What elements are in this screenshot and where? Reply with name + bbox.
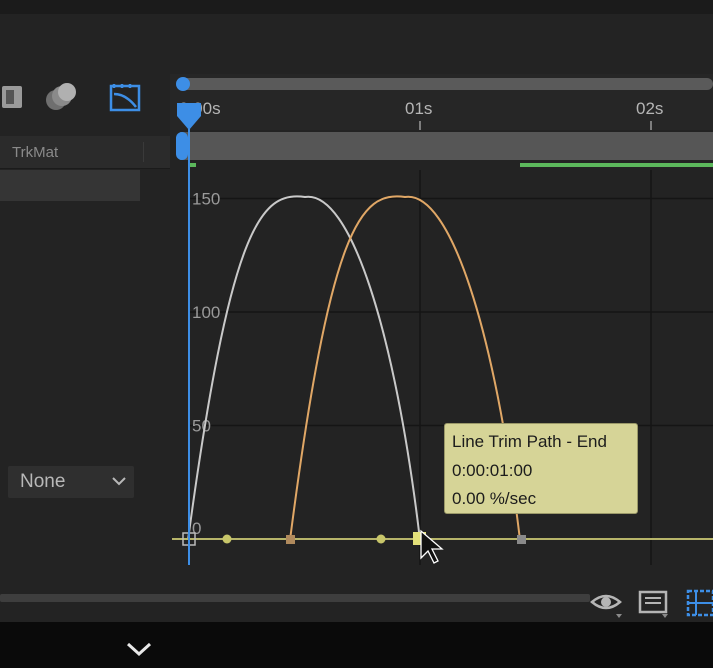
graph-editor[interactable]: 0:00s01s02s 150100500 [0, 0, 713, 668]
horizontal-scrollbar[interactable] [0, 594, 590, 602]
y-tick-label: 100 [192, 303, 220, 322]
ruler-tick-label: 02s [636, 99, 663, 118]
work-area-start-handle[interactable] [176, 77, 190, 91]
tooltip-velocity: 0.00 %/sec [452, 489, 537, 508]
keyframe-orange-end[interactable] [517, 535, 526, 544]
graph-type-icon[interactable] [638, 590, 668, 618]
tooltip-time: 0:00:01:00 [452, 461, 533, 480]
work-area-indicator [520, 163, 713, 167]
bezier-handle-2[interactable] [376, 534, 386, 544]
work-area-bar[interactable] [180, 78, 713, 90]
keyframe-orange-start[interactable] [286, 535, 295, 544]
tooltip-property: Line Trim Path - End [452, 432, 607, 451]
layer-duration-bar[interactable] [180, 132, 713, 160]
eye-icon[interactable] [590, 594, 622, 618]
y-tick-label: 0 [192, 519, 201, 538]
y-tick-label: 50 [192, 417, 211, 436]
layer-in-handle[interactable] [176, 132, 188, 160]
graph-bottom-toolbar [590, 589, 713, 618]
y-tick-label: 150 [192, 190, 220, 209]
bezier-handle-1[interactable] [222, 534, 232, 544]
bottom-band [0, 622, 713, 668]
snap-icon[interactable] [686, 589, 713, 617]
keyframe-tooltip: Line Trim Path - End 0:00:01:00 0.00 %/s… [444, 423, 638, 514]
chevron-down-icon[interactable] [125, 640, 153, 658]
ruler-tick-label: 01s [405, 99, 432, 118]
